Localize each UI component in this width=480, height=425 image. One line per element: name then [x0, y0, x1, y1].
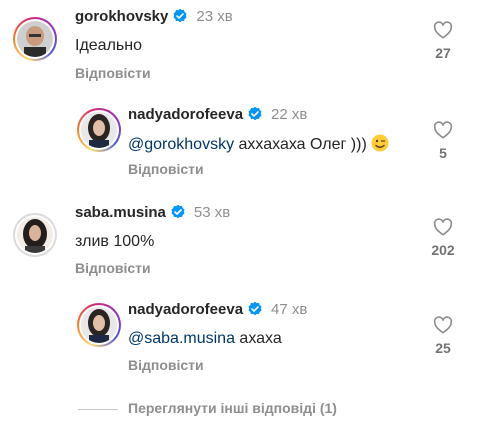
mention-link[interactable]: @gorokhovsky [128, 136, 234, 153]
avatar[interactable] [77, 303, 121, 347]
avatar[interactable] [77, 108, 121, 152]
timestamp: 47 хв [271, 301, 308, 318]
like-count: 25 [435, 340, 451, 356]
username[interactable]: nadyadorofeeva [128, 301, 243, 318]
heart-icon [433, 218, 453, 236]
like-button[interactable]: 27 [423, 21, 463, 61]
verified-badge-icon [248, 106, 262, 121]
comment-text: @gorokhovsky аххахаха Олег ))) [128, 134, 389, 155]
avatar[interactable] [13, 213, 57, 257]
verified-badge-icon [173, 8, 187, 23]
heart-icon [433, 316, 453, 334]
divider-line [78, 409, 118, 410]
like-count: 5 [439, 145, 447, 161]
username[interactable]: nadyadorofeeva [128, 106, 243, 123]
username[interactable]: saba.musina [75, 204, 166, 221]
wink-emoji-icon [371, 134, 389, 152]
verified-badge-icon [248, 301, 262, 316]
heart-icon [433, 21, 453, 39]
timestamp: 22 хв [271, 106, 308, 123]
timestamp: 53 хв [193, 204, 231, 221]
username[interactable]: gorokhovsky [75, 8, 168, 25]
timestamp: 23 хв [196, 8, 233, 25]
comment-text: @saba.musina ахаха [128, 329, 282, 349]
like-button[interactable]: 202 [423, 218, 463, 258]
reply-button[interactable]: Відповісти [75, 260, 151, 276]
comment-body: ахаха [239, 330, 282, 347]
view-more-replies-button[interactable]: Переглянути інші відповіді (1) [128, 400, 337, 416]
avatar[interactable] [13, 17, 57, 61]
verified-badge-icon [171, 204, 185, 219]
heart-icon [433, 121, 453, 139]
comment-body: аххахаха Олег ))) [238, 136, 367, 153]
reply-button[interactable]: Відповісти [75, 65, 151, 81]
like-count: 27 [435, 45, 451, 61]
mention-link[interactable]: @saba.musina [128, 330, 235, 347]
like-count: 202 [431, 242, 455, 258]
like-button[interactable]: 5 [423, 121, 463, 161]
comment-text: Ідеально [75, 37, 142, 54]
comment-text: злив 100% [75, 233, 155, 250]
reply-button[interactable]: Відповісти [128, 357, 204, 373]
reply-button[interactable]: Відповісти [128, 161, 204, 177]
like-button[interactable]: 25 [423, 316, 463, 356]
